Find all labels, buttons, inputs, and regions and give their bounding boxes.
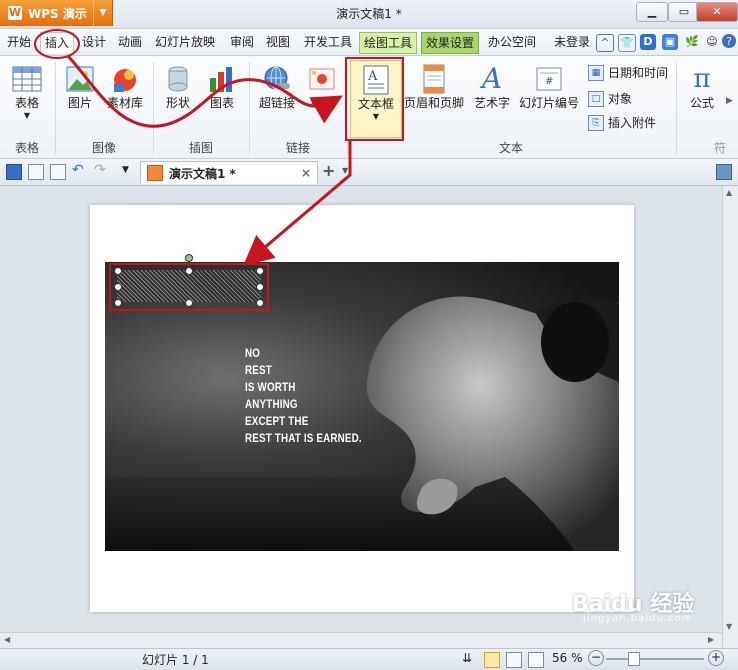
- zoom-slider[interactable]: [606, 658, 704, 660]
- status-bar: 幻灯片 1 / 1 ⇊ 56 % − +: [0, 648, 738, 670]
- zoom-level[interactable]: 56 %: [552, 651, 583, 665]
- slide-counter: 幻灯片 1 / 1: [142, 653, 209, 667]
- slide-sorter-icon[interactable]: [506, 652, 522, 668]
- zoom-slider-thumb[interactable]: [628, 652, 640, 666]
- collapse-icon[interactable]: ⇊: [462, 651, 472, 665]
- textbox-button-highlight: [345, 57, 404, 141]
- tutorial-annotation-overlay: [34, 29, 404, 311]
- baidu-watermark-url: jingyan.baidu.com: [583, 613, 693, 624]
- normal-view-icon[interactable]: [484, 652, 500, 668]
- insert-tab-highlight-circle: [34, 29, 80, 59]
- annotation-arrow: [243, 140, 352, 266]
- slideshow-view-icon[interactable]: [528, 652, 544, 668]
- textbox-highlight-frame: [109, 263, 269, 311]
- zoom-out-button[interactable]: −: [588, 650, 604, 666]
- zoom-in-button[interactable]: +: [708, 650, 724, 666]
- annotation-arrow: [66, 54, 343, 128]
